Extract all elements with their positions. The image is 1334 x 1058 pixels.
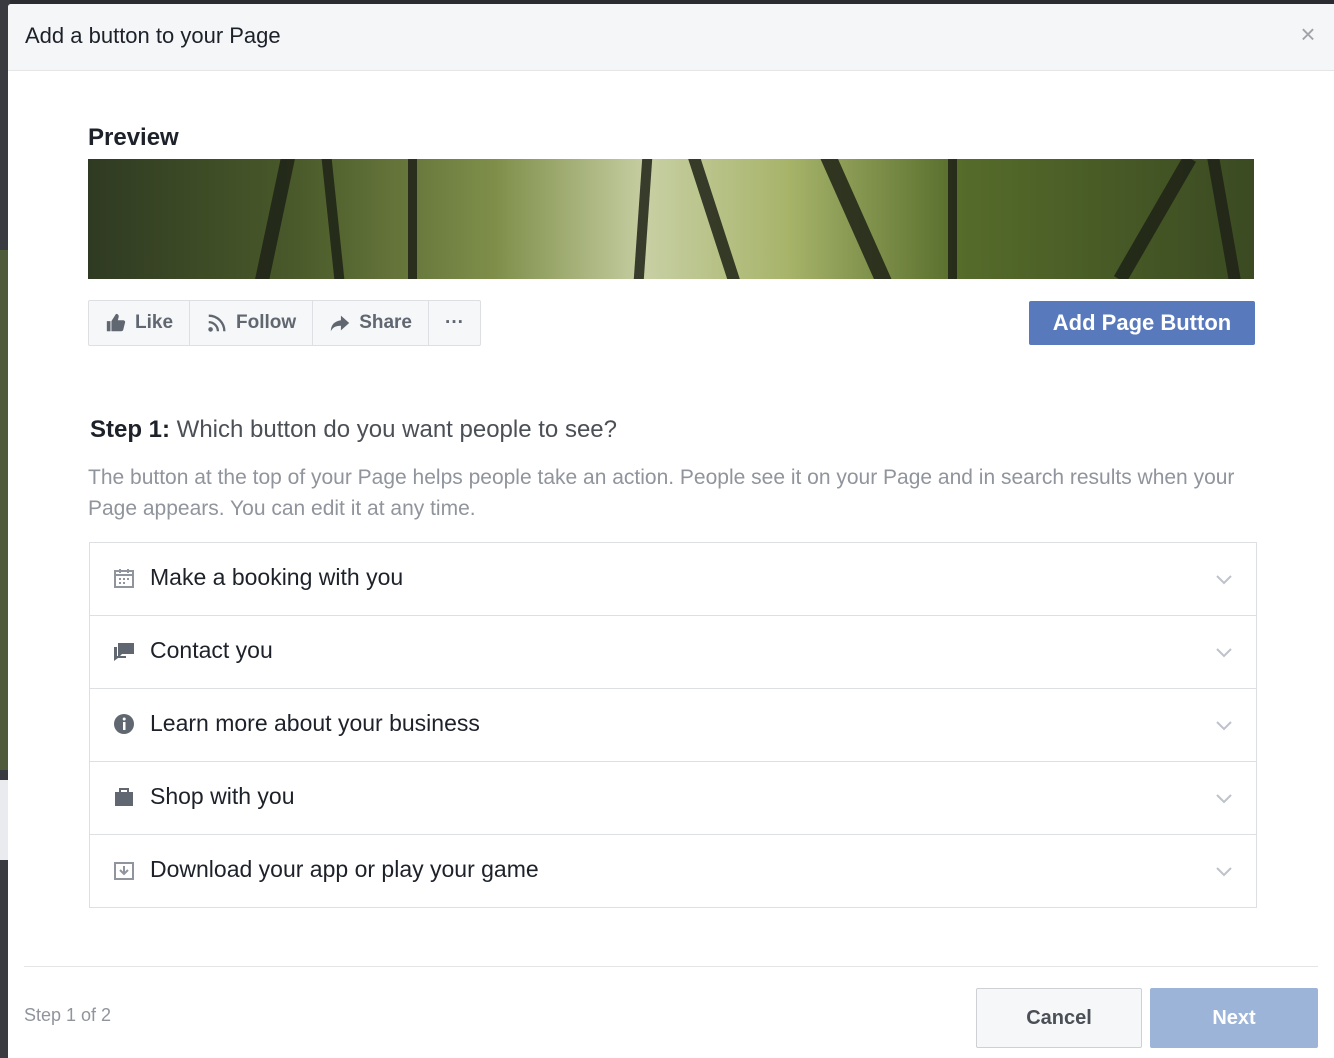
- dialog-header: Add a button to your Page ×: [8, 4, 1334, 71]
- follow-button[interactable]: Follow: [190, 301, 314, 345]
- chat-icon: [114, 643, 134, 661]
- like-label: Like: [135, 312, 174, 333]
- more-icon: ···: [445, 312, 464, 333]
- option-label: Download your app or play your game: [150, 856, 539, 882]
- option-download[interactable]: Download your app or play your game: [90, 835, 1256, 907]
- page-action-bar: Like Follow Share ···: [88, 300, 481, 346]
- more-button[interactable]: ···: [429, 301, 480, 345]
- download-icon: [114, 862, 134, 880]
- step-question: Which button do you want people to see?: [170, 416, 617, 443]
- next-button[interactable]: Next: [1150, 988, 1318, 1048]
- close-icon[interactable]: ×: [1296, 21, 1320, 47]
- like-button[interactable]: Like: [89, 301, 191, 345]
- option-shop[interactable]: Shop with you: [90, 762, 1256, 835]
- cancel-button[interactable]: Cancel: [976, 988, 1142, 1048]
- option-booking[interactable]: Make a booking with you: [90, 543, 1256, 616]
- share-arrow-icon: [331, 315, 350, 332]
- option-label: Shop with you: [150, 783, 295, 809]
- option-learn-more[interactable]: Learn more about your business: [90, 689, 1256, 762]
- button-options-list: Make a booking with you Contact you Lear…: [89, 542, 1257, 908]
- cover-photo: [88, 159, 1254, 279]
- chevron-down-icon: [1216, 721, 1232, 731]
- option-label: Contact you: [150, 637, 273, 663]
- step-description: The button at the top of your Page helps…: [88, 466, 1235, 520]
- shopping-bag-icon: [115, 788, 133, 806]
- chevron-down-icon: [1216, 867, 1232, 877]
- chevron-down-icon: [1216, 648, 1232, 658]
- footer-divider: [24, 966, 1318, 967]
- share-button[interactable]: Share: [313, 301, 429, 345]
- chevron-down-icon: [1216, 575, 1232, 585]
- add-button-dialog: Add a button to your Page × Preview Like…: [8, 4, 1334, 1058]
- info-icon: [114, 714, 134, 734]
- calendar-icon: [114, 569, 134, 588]
- rss-icon: [208, 314, 226, 332]
- option-label: Learn more about your business: [150, 710, 480, 736]
- share-label: Share: [359, 312, 412, 333]
- option-contact[interactable]: Contact you: [90, 616, 1256, 689]
- step-counter: Step 1 of 2: [24, 1005, 112, 1025]
- preview-label: Preview: [88, 124, 179, 151]
- dialog-title: Add a button to your Page: [25, 23, 281, 48]
- chevron-down-icon: [1216, 794, 1232, 804]
- step-heading: Step 1: Which button do you want people …: [90, 416, 617, 444]
- add-page-button[interactable]: Add Page Button: [1029, 301, 1255, 345]
- option-label: Make a booking with you: [150, 564, 404, 590]
- thumbs-up-icon: [106, 313, 126, 332]
- step-prefix: Step 1:: [90, 416, 171, 443]
- follow-label: Follow: [236, 312, 297, 333]
